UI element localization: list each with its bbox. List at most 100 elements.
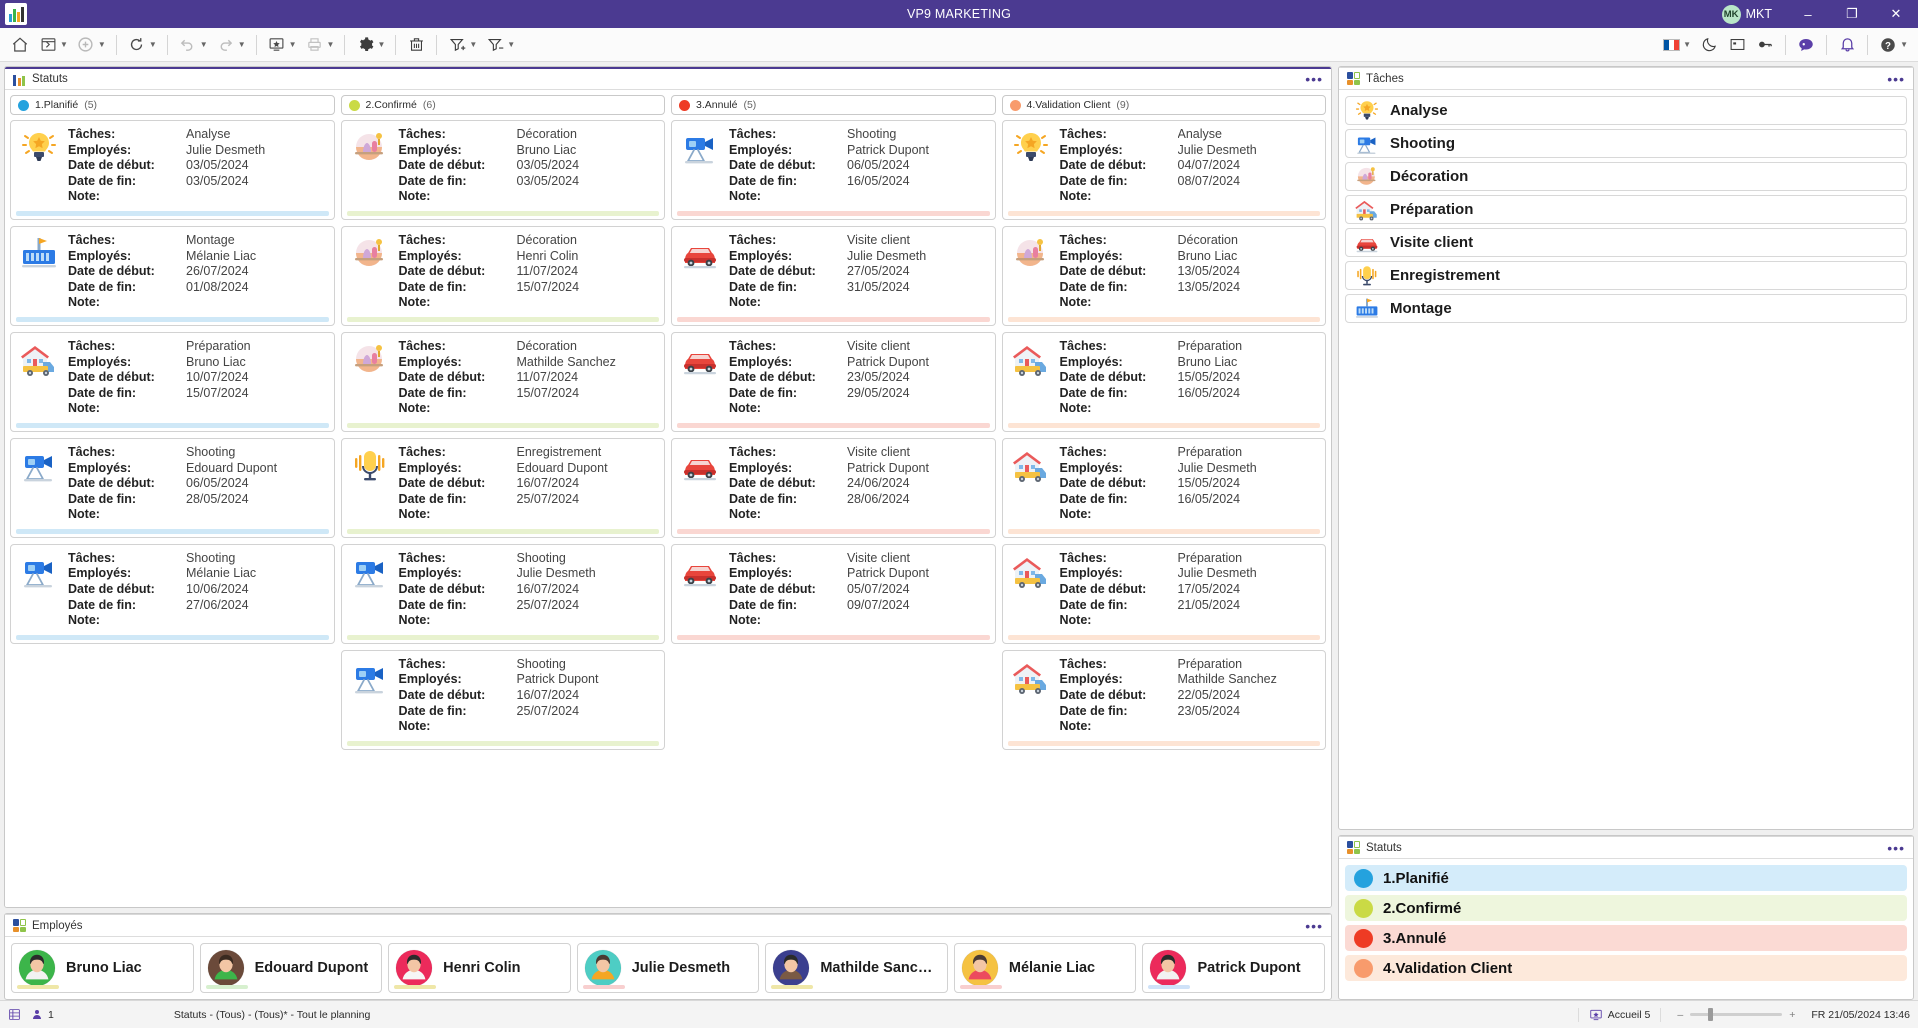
employee-card[interactable]: Julie Desmeth bbox=[576, 943, 760, 993]
new-window-button[interactable]: ▼ bbox=[34, 32, 72, 58]
window-layout-button[interactable] bbox=[1723, 32, 1751, 58]
field-label-employes: Employés: bbox=[1059, 354, 1123, 369]
close-button[interactable]: ✕ bbox=[1874, 0, 1918, 28]
grid-view-button[interactable] bbox=[8, 1008, 21, 1021]
task-card[interactable]: Tâches: Shooting Employés: Julie Desmeth Dat… bbox=[340, 543, 665, 644]
field-label-date-debut: Date de début: bbox=[729, 476, 816, 491]
language-selector[interactable]: ▼ bbox=[1657, 32, 1695, 58]
maximize-button[interactable]: ❐ bbox=[1830, 0, 1874, 28]
statut-list-item[interactable]: 1.Planifié bbox=[1345, 865, 1907, 891]
employee-card[interactable]: Bruno Liac bbox=[11, 943, 194, 993]
home-button[interactable] bbox=[6, 32, 34, 58]
task-card[interactable]: Tâches: Shooting Employés: Edouard Dupont Da… bbox=[10, 437, 335, 538]
field-value-note bbox=[847, 613, 987, 629]
kanban-column-header[interactable]: 3.Annulé (5) bbox=[671, 95, 996, 115]
tache-list-item[interactable]: Décoration bbox=[1345, 162, 1907, 191]
accueil-button[interactable]: Accueil 5 bbox=[1577, 1007, 1662, 1022]
delete-button[interactable] bbox=[402, 32, 430, 58]
filter-add-icon bbox=[447, 35, 467, 55]
task-card[interactable]: Tâches: Préparation Employés: Mathilde Sanc… bbox=[1001, 649, 1326, 750]
kanban-column-header[interactable]: 4.Validation Client (9) bbox=[1001, 95, 1326, 115]
field-label-employes: Employés: bbox=[729, 248, 793, 263]
chat-button[interactable] bbox=[1792, 32, 1820, 58]
zoom-knob[interactable] bbox=[1708, 1008, 1714, 1021]
kanban-column-header[interactable]: 2.Confirmé (6) bbox=[340, 95, 665, 115]
card-status-strip bbox=[346, 422, 659, 428]
zoom-out-button[interactable]: – bbox=[1677, 1009, 1683, 1021]
field-label-date-debut: Date de début: bbox=[398, 582, 486, 597]
statut-list-item[interactable]: 3.Annulé bbox=[1345, 925, 1907, 951]
key-button[interactable] bbox=[1751, 32, 1779, 58]
task-card[interactable]: Tâches: Préparation Employés: Julie Desmeth… bbox=[1001, 543, 1326, 644]
panel-menu-button[interactable]: ••• bbox=[1887, 841, 1905, 855]
tache-list-item[interactable]: Montage bbox=[1345, 294, 1907, 323]
task-card[interactable]: Tâches: Shooting Employés: Patrick Dupont Da… bbox=[340, 649, 665, 750]
zoom-slider[interactable]: – + bbox=[1677, 1008, 1795, 1021]
help-button[interactable]: ? ▼ bbox=[1874, 32, 1912, 58]
task-card[interactable]: Tâches: Préparation Employés: Bruno Liac Dat… bbox=[10, 331, 335, 432]
field-value-taches: Décoration bbox=[1177, 232, 1238, 247]
chat-bubble-icon bbox=[1796, 35, 1816, 55]
panel-menu-button[interactable]: ••• bbox=[1887, 72, 1905, 86]
task-card[interactable]: Tâches: Analyse Employés: Julie Desmeth Date… bbox=[10, 120, 335, 220]
kanban-column-header[interactable]: 1.Planifié (5) bbox=[10, 95, 335, 115]
tache-list-item[interactable]: Analyse bbox=[1345, 96, 1907, 125]
employee-card[interactable]: Patrick Dupont bbox=[1142, 943, 1326, 993]
user-account-chip[interactable]: MK MKT bbox=[1721, 4, 1772, 24]
task-card[interactable]: Tâches: Visite client Employés: Patrick Dup… bbox=[671, 543, 996, 644]
settings-button[interactable]: ▼ bbox=[351, 32, 389, 58]
task-card[interactable]: Tâches: Décoration Employés: Mathilde Sanch… bbox=[340, 331, 665, 432]
task-card[interactable]: Tâches: Décoration Employés: Bruno Liac Date… bbox=[340, 120, 665, 220]
card-status-strip bbox=[1007, 422, 1320, 428]
print-button[interactable]: ▼ bbox=[301, 32, 339, 58]
employee-card[interactable]: Henri Colin bbox=[388, 943, 571, 993]
tache-label: Analyse bbox=[1390, 102, 1448, 119]
task-card[interactable]: Tâches: Décoration Employés: Henri Colin Dat… bbox=[340, 225, 665, 326]
task-card[interactable]: Tâches: Visite client Employés: Julie Desme… bbox=[671, 225, 996, 326]
filter-remove-button[interactable]: ▼ bbox=[481, 32, 519, 58]
task-card[interactable]: Tâches: Visite client Employés: Patrick Dup… bbox=[671, 331, 996, 432]
notifications-button[interactable] bbox=[1833, 32, 1861, 58]
task-card[interactable]: Tâches: Analyse Employés: Julie Desmeth Date… bbox=[1001, 120, 1326, 220]
statut-list-item[interactable]: 4.Validation Client bbox=[1345, 955, 1907, 981]
tache-list-item[interactable]: Shooting bbox=[1345, 129, 1907, 158]
taches-panel-header: Tâches ••• bbox=[1339, 67, 1913, 90]
zoom-track[interactable] bbox=[1690, 1008, 1783, 1021]
minimize-button[interactable]: – bbox=[1786, 0, 1830, 28]
tache-list-item[interactable]: Enregistrement bbox=[1345, 261, 1907, 290]
add-button[interactable]: ▼ bbox=[72, 32, 110, 58]
field-value-note bbox=[1178, 507, 1318, 523]
zoom-in-button[interactable]: + bbox=[1789, 1009, 1795, 1021]
field-label-date-fin: Date de fin: bbox=[398, 703, 467, 718]
card-status-strip bbox=[16, 422, 329, 428]
field-label-date-debut: Date de début: bbox=[1059, 370, 1147, 385]
panel-menu-button[interactable]: ••• bbox=[1305, 72, 1323, 86]
undo-button[interactable]: ▼ bbox=[174, 32, 212, 58]
task-card[interactable]: Tâches: Shooting Employés: Patrick Dupont Da… bbox=[671, 120, 996, 220]
refresh-button[interactable]: ▼ bbox=[123, 32, 161, 58]
task-card[interactable]: Tâches: Préparation Employés: Bruno Liac Dat… bbox=[1001, 331, 1326, 432]
tache-list-item[interactable]: Visite client bbox=[1345, 228, 1907, 257]
montage-icon bbox=[1354, 296, 1380, 322]
statut-list-item[interactable]: 2.Confirmé bbox=[1345, 895, 1907, 921]
employee-card[interactable]: Mathilde Sanchez bbox=[765, 943, 948, 993]
card-status-strip bbox=[677, 422, 990, 428]
dark-mode-button[interactable] bbox=[1695, 32, 1723, 58]
task-card[interactable]: Tâches: Décoration Employés: Bruno Liac Date… bbox=[1001, 225, 1326, 326]
field-value-date-fin: 31/05/2024 bbox=[847, 279, 910, 294]
employee-card[interactable]: Mélanie Liac bbox=[953, 943, 1137, 993]
tache-label: Enregistrement bbox=[1390, 267, 1501, 284]
task-card[interactable]: Tâches: Visite client Employés: Patrick Dup… bbox=[671, 437, 996, 538]
panel-menu-button[interactable]: ••• bbox=[1305, 919, 1323, 933]
task-card[interactable]: Tâches: Montage Employés: Mélanie Liac Date … bbox=[10, 225, 335, 326]
filter-add-button[interactable]: ▼ bbox=[443, 32, 481, 58]
task-card[interactable]: Tâches: Préparation Employés: Julie Desmeth… bbox=[1001, 437, 1326, 538]
task-card[interactable]: Tâches: Enregistrement Employés: Edouard Du… bbox=[340, 437, 665, 538]
tache-list-item[interactable]: Préparation bbox=[1345, 195, 1907, 224]
field-label-note: Note: bbox=[398, 189, 431, 204]
redo-button[interactable]: ▼ bbox=[212, 32, 250, 58]
favorite-screen-button[interactable]: ▼ bbox=[263, 32, 301, 58]
employee-name: Edouard Dupont bbox=[254, 960, 369, 976]
employee-card[interactable]: Edouard Dupont bbox=[199, 943, 383, 993]
task-card[interactable]: Tâches: Shooting Employés: Mélanie Liac Date… bbox=[10, 543, 335, 644]
